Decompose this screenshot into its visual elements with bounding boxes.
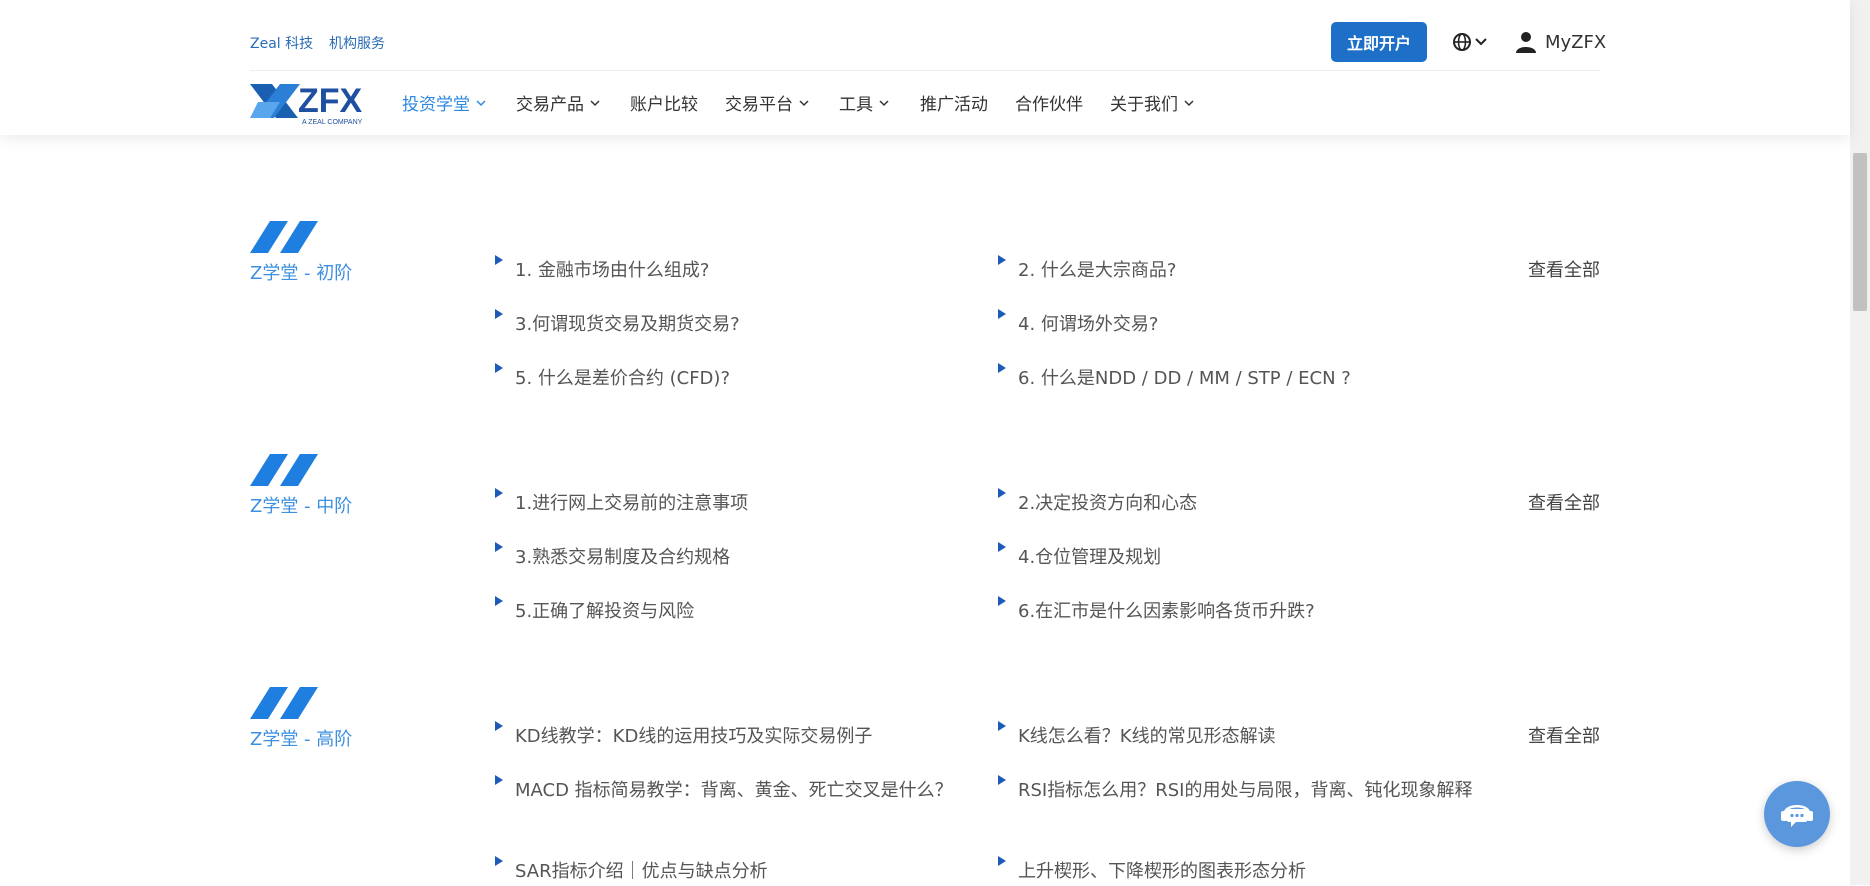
lesson-link[interactable]: 5.正确了解投资与风险 (495, 596, 694, 626)
lesson-link[interactable]: 2.决定投资方向和心态 (998, 488, 1197, 518)
top-bar: Zeal 科技 机构服务 立即开户 MyZFX (250, 0, 1606, 71)
nav-label: 推广活动 (920, 95, 988, 115)
lesson-link[interactable]: 3.熟悉交易制度及合约规格 (495, 542, 730, 572)
svg-text:ZFX: ZFX (298, 82, 363, 120)
nav-about-us[interactable]: 关于我们 (1110, 90, 1194, 115)
zeal-tech-link[interactable]: Zeal 科技 (250, 33, 313, 53)
lesson-link[interactable]: 3.何谓现货交易及期货交易? (495, 309, 740, 339)
live-chat-button[interactable] (1764, 781, 1830, 847)
lesson-link[interactable]: 6.在汇市是什么因素影响各货币升跌? (998, 596, 1315, 626)
lesson-link[interactable]: RSI指标怎么用？RSI的用处与局限，背离、钝化现象解释 (998, 775, 1483, 805)
lesson-link[interactable]: KD线教学：KD线的运用技巧及实际交易例子 (495, 721, 872, 751)
globe-icon (1453, 33, 1487, 51)
lesson-link[interactable]: 上升楔形、下降楔形的图表形态分析 (998, 856, 1306, 886)
lesson-link[interactable]: 1. 金融市场由什么组成? (495, 255, 709, 285)
zfx-logo-icon: ZFX A ZEAL COMPANY (250, 82, 363, 126)
bullet-icon (998, 775, 1006, 785)
bullet-icon (998, 542, 1006, 552)
myzfx-login[interactable]: MyZFX (1515, 28, 1606, 56)
scrollbar-thumb[interactable] (1853, 153, 1867, 311)
bullet-icon (495, 856, 503, 866)
nav-partners[interactable]: 合作伙伴 (1015, 90, 1083, 115)
nav-investment-academy[interactable]: 投资学堂 (402, 90, 486, 115)
section-stripes-icon (250, 687, 318, 719)
language-selector[interactable] (1452, 30, 1496, 54)
bullet-icon (495, 775, 503, 785)
lesson-link[interactable]: 5. 什么是差价合约 (CFD)? (495, 363, 730, 393)
lesson-link[interactable]: 4.仓位管理及规划 (998, 542, 1161, 572)
bullet-icon (495, 721, 503, 731)
page-scrollbar[interactable] (1850, 0, 1870, 885)
chevron-down-icon (879, 99, 889, 106)
section-title: Z学堂 - 初阶 (250, 263, 353, 284)
bullet-icon (998, 363, 1006, 373)
bullet-icon (998, 255, 1006, 265)
lesson-link[interactable]: 6. 什么是NDD / DD / MM / STP / ECN ? (998, 363, 1351, 393)
section-stripes-icon (250, 221, 318, 253)
nav-trading-products[interactable]: 交易产品 (516, 90, 600, 115)
svg-text:A ZEAL COMPANY: A ZEAL COMPANY (302, 119, 363, 126)
section-title: Z学堂 - 中阶 (250, 496, 353, 517)
nav-promotions[interactable]: 推广活动 (920, 90, 988, 115)
section-stripes-icon (250, 454, 318, 486)
section-advanced: Z学堂 - 高阶 KD线教学：KD线的运用技巧及实际交易例子 K线怎么看？K线的… (250, 687, 1600, 885)
site-header: Zeal 科技 机构服务 立即开户 MyZFX ZFX A ZEAL COMPA… (0, 0, 1850, 135)
nav-label: 投资学堂 (402, 95, 470, 115)
chevron-down-icon (1184, 99, 1194, 106)
chevron-down-icon (799, 99, 809, 106)
institutional-services-link[interactable]: 机构服务 (329, 33, 385, 53)
view-all-link[interactable]: 查看全部 (1528, 490, 1600, 518)
bullet-icon (495, 488, 503, 498)
lesson-link[interactable]: 2. 什么是大宗商品? (998, 255, 1176, 285)
lesson-link[interactable]: 1.进行网上交易前的注意事项 (495, 488, 748, 518)
bullet-icon (495, 596, 503, 606)
lesson-link[interactable]: 4. 何谓场外交易? (998, 309, 1158, 339)
lesson-link[interactable]: K线怎么看？K线的常见形态解读 (998, 721, 1276, 751)
bullet-icon (495, 255, 503, 265)
nav-label: 交易产品 (516, 95, 584, 115)
bullet-icon (495, 363, 503, 373)
myzfx-label: MyZFX (1545, 31, 1607, 53)
bullet-icon (998, 721, 1006, 731)
section-intermediate: Z学堂 - 中阶 1.进行网上交易前的注意事项 2.决定投资方向和心态 查看全部… (250, 454, 1600, 634)
chevron-down-icon (476, 99, 486, 106)
nav-label: 合作伙伴 (1015, 95, 1083, 115)
view-all-link[interactable]: 查看全部 (1528, 257, 1600, 285)
bullet-icon (998, 856, 1006, 866)
chat-support-icon (1781, 805, 1813, 827)
section-beginner: Z学堂 - 初阶 1. 金融市场由什么组成? 2. 什么是大宗商品? 查看全部 … (250, 221, 1600, 401)
zfx-logo[interactable]: ZFX A ZEAL COMPANY (250, 80, 375, 126)
bullet-icon (998, 596, 1006, 606)
view-all-link[interactable]: 查看全部 (1528, 723, 1600, 751)
bullet-icon (495, 309, 503, 319)
nav-label: 关于我们 (1110, 95, 1178, 115)
nav-account-comparison[interactable]: 账户比较 (630, 90, 698, 115)
nav-trading-platforms[interactable]: 交易平台 (725, 90, 809, 115)
nav-label: 账户比较 (630, 95, 698, 115)
lesson-link[interactable]: MACD 指标简易教学：背离、黄金、死亡交叉是什么？ (495, 775, 953, 805)
user-icon (1516, 32, 1536, 53)
lesson-link[interactable]: SAR指标介绍｜优点与缺点分析 (495, 856, 768, 886)
nav-tools[interactable]: 工具 (839, 90, 889, 115)
nav-label: 交易平台 (725, 95, 793, 115)
nav-label: 工具 (839, 95, 873, 115)
bullet-icon (998, 488, 1006, 498)
section-title: Z学堂 - 高阶 (250, 729, 353, 750)
bullet-icon (495, 542, 503, 552)
open-account-button[interactable]: 立即开户 (1331, 22, 1427, 62)
bullet-icon (998, 309, 1006, 319)
chevron-down-icon (590, 99, 600, 106)
